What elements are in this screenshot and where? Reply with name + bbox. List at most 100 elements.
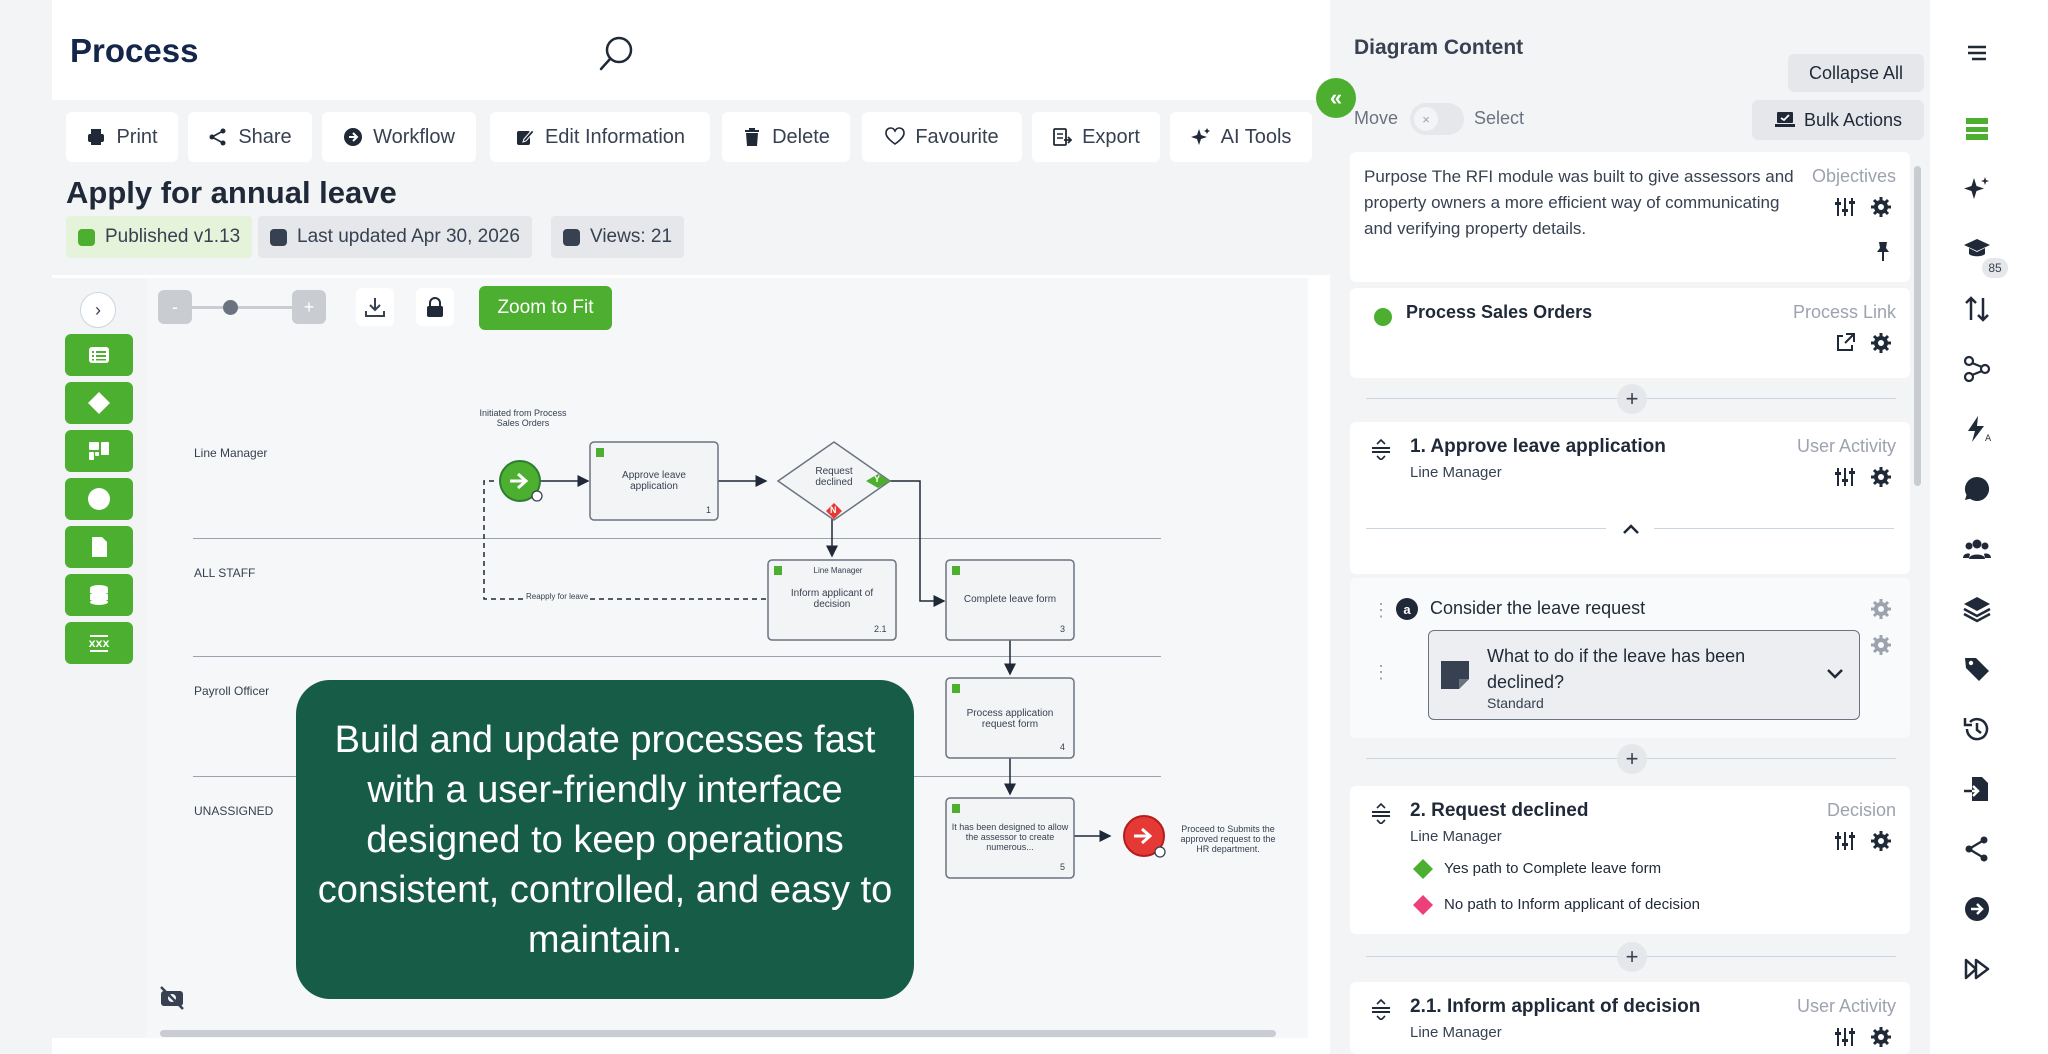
yes-path-icon: [1413, 859, 1433, 879]
add-step-button[interactable]: +: [1617, 942, 1647, 972]
tool-event[interactable]: [65, 478, 133, 520]
step-card-inform[interactable]: 2.1. Inform applicant of decision Line M…: [1350, 982, 1910, 1054]
bulk-actions-label: Bulk Actions: [1803, 109, 1903, 130]
automation-bolt-icon[interactable]: A: [1962, 414, 1992, 444]
ai-tools-label: AI Tools: [1220, 125, 1292, 148]
gear-icon[interactable]: [1870, 466, 1892, 488]
layers-icon[interactable]: [1962, 594, 1992, 624]
last-updated-text: Last updated Apr 30, 2026: [297, 226, 520, 247]
drag-reorder-icon[interactable]: [1370, 438, 1392, 460]
move-select-toggle[interactable]: ×: [1410, 103, 1464, 135]
status-dot: [1374, 308, 1392, 326]
collapse-panel-button[interactable]: «: [1316, 78, 1356, 118]
question-card[interactable]: What to do if the leave has been decline…: [1428, 630, 1860, 720]
add-step-button[interactable]: +: [1617, 384, 1647, 414]
gear-icon[interactable]: [1870, 1026, 1892, 1048]
share-label: Share: [238, 125, 292, 148]
node-number: 2.1: [874, 624, 887, 634]
flow-graph-icon[interactable]: [1962, 354, 1992, 384]
step-card-request-declined[interactable]: 2. Request declined Line Manager Decisio…: [1350, 786, 1910, 934]
gear-icon[interactable]: [1870, 634, 1892, 656]
node-role: Line Manager: [813, 566, 863, 575]
import-file-icon[interactable]: [1962, 774, 1992, 804]
panel-scrollbar[interactable]: [1914, 166, 1921, 486]
published-badge: Published v1.13: [66, 216, 253, 258]
share-icon[interactable]: [1962, 834, 1992, 864]
drag-reorder-icon[interactable]: [1370, 802, 1392, 824]
workflow-button[interactable]: Workflow: [322, 112, 476, 162]
search-button[interactable]: [594, 32, 638, 76]
app-title: Process: [70, 32, 199, 69]
text-box-icon: XXX: [89, 635, 109, 652]
separator: [1654, 528, 1894, 529]
history-icon[interactable]: [1962, 714, 1992, 744]
step-role: Line Manager: [1410, 828, 1502, 845]
zoom-node-icon: [1154, 846, 1166, 858]
no-path-icon: [1413, 895, 1433, 915]
chevron-down-icon[interactable]: [1825, 663, 1845, 683]
plus-icon: +: [1625, 944, 1639, 969]
print-button[interactable]: Print: [66, 112, 178, 162]
hide-icon[interactable]: [157, 982, 187, 1012]
pin-icon[interactable]: [1872, 240, 1894, 262]
tool-list[interactable]: [65, 334, 133, 376]
tool-document[interactable]: [65, 526, 133, 568]
tool-database[interactable]: [65, 574, 133, 616]
sliders-icon[interactable]: [1834, 830, 1856, 852]
sliders-icon[interactable]: [1834, 466, 1856, 488]
diagram-content-icon[interactable]: [1962, 114, 1992, 144]
start-note: Initiated from Process Sales Orders: [479, 408, 567, 428]
tool-decision[interactable]: [65, 382, 133, 424]
users-group-icon[interactable]: [1962, 534, 1992, 564]
next-arrow-icon[interactable]: [1962, 894, 1992, 924]
edit-information-button[interactable]: Edit Information: [490, 112, 710, 162]
sparkle-icon: [1190, 128, 1210, 145]
tag-icon[interactable]: [1962, 654, 1992, 684]
comment-bubble-icon[interactable]: [1962, 474, 1992, 504]
drag-handle-icon[interactable]: ⋮: [1372, 662, 1390, 683]
step-card-approve[interactable]: 1. Approve leave application Line Manage…: [1350, 422, 1910, 574]
ai-tools-button[interactable]: AI Tools: [1170, 112, 1312, 162]
card-type: Process Link: [1792, 302, 1896, 322]
task-card[interactable]: ⋮ a Consider the leave request ⋮ What to…: [1350, 578, 1910, 738]
expand-palette-button[interactable]: ›: [80, 292, 116, 328]
zoom-node-icon: [531, 490, 543, 502]
fast-forward-icon[interactable]: [1962, 954, 1992, 984]
export-icon: [1053, 128, 1073, 146]
user-icon: [774, 566, 782, 575]
process-link-card[interactable]: Process Sales Orders Process Link: [1350, 288, 1910, 378]
bulk-actions-button[interactable]: Bulk Actions: [1752, 100, 1924, 140]
tool-activity[interactable]: [65, 430, 133, 472]
sliders-icon[interactable]: [1834, 196, 1856, 218]
gear-icon[interactable]: [1870, 830, 1892, 852]
node-number: 1: [706, 505, 712, 515]
objective-card[interactable]: Purpose The RFI module was built to give…: [1350, 152, 1910, 282]
sliders-icon[interactable]: [1834, 1026, 1856, 1048]
favourite-button[interactable]: Favourite: [862, 112, 1022, 162]
document-icon: [92, 537, 107, 557]
canvas-horizontal-scrollbar[interactable]: [160, 1030, 1276, 1037]
views-badge: Views: 21: [551, 216, 685, 258]
tool-text[interactable]: XXX: [65, 622, 133, 664]
edit-information-label: Edit Information: [544, 125, 686, 148]
delete-button[interactable]: Delete: [722, 112, 850, 162]
drag-handle-icon[interactable]: ⋮: [1372, 600, 1390, 621]
node-label: Request declined: [815, 466, 853, 488]
gear-icon[interactable]: [1870, 196, 1892, 218]
add-step-button[interactable]: +: [1617, 744, 1647, 774]
ai-sparkle-icon[interactable]: [1962, 174, 1992, 204]
gear-icon[interactable]: [1870, 332, 1892, 354]
export-button[interactable]: Export: [1032, 112, 1160, 162]
sort-arrows-icon[interactable]: [1962, 294, 1992, 324]
user-icon: [952, 684, 960, 693]
hamburger-menu-icon[interactable]: [1962, 38, 1992, 68]
mode-move-label: Move: [1354, 108, 1399, 128]
share-button[interactable]: Share: [188, 112, 312, 162]
external-link-icon[interactable]: [1834, 332, 1856, 354]
drag-reorder-icon[interactable]: [1370, 998, 1392, 1020]
search-icon: [599, 36, 633, 71]
gear-icon[interactable]: [1870, 598, 1892, 620]
no-path-text: No path to Inform applicant of decision: [1444, 896, 1700, 913]
collapse-all-button[interactable]: Collapse All: [1788, 54, 1924, 92]
chevron-up-icon[interactable]: [1620, 518, 1642, 540]
